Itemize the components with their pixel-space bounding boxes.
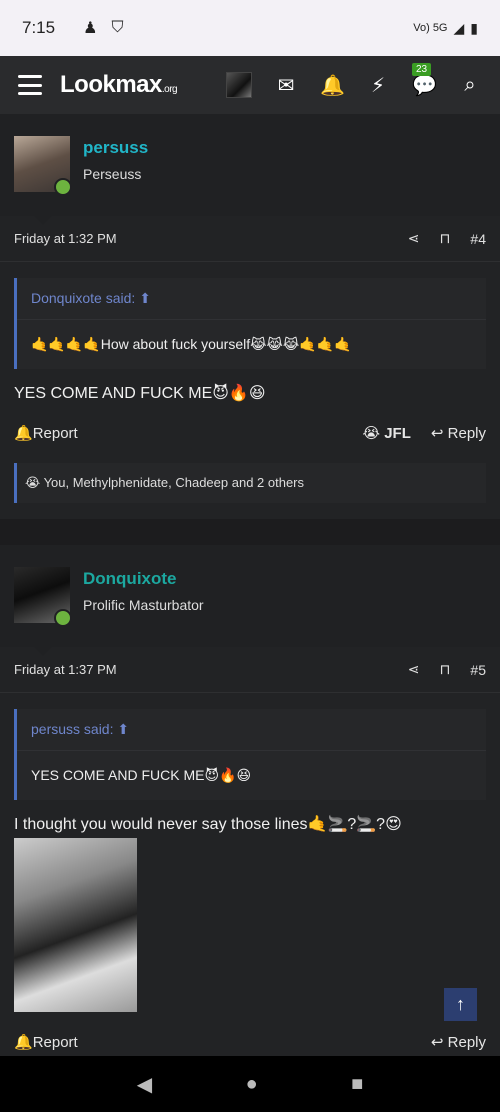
bookmark-icon[interactable]: ⊓ [439, 661, 450, 678]
report-button[interactable]: 🔔Report [14, 1033, 78, 1051]
avatar[interactable] [14, 567, 72, 627]
system-nav-bar: ◀ ● ■ [0, 1056, 500, 1112]
reaction-button[interactable]: 😭 JFL [363, 424, 411, 442]
chat-icon[interactable]: 💬 23 [412, 62, 437, 98]
back-icon[interactable]: ◀ [137, 1072, 152, 1097]
post-body: YES COME AND FUCK ME😈🔥😆 [14, 385, 266, 402]
quote-text: YES COME AND FUCK ME😈🔥😆 [31, 767, 252, 783]
quote-block: persuss said: ⬆ YES COME AND FUCK ME😈🔥😆 [14, 709, 486, 800]
top-navbar: Lookmax.org ✉ 🔔 ⚡ 💬 23 ⌕ [0, 56, 500, 114]
share-icon[interactable]: ⋖ [408, 661, 420, 678]
battery-icon: ▮ [470, 19, 478, 36]
status-bar: 7:15 ♟ ⛉ Vo) 5G ◢ ▮ [0, 0, 500, 56]
online-indicator [54, 178, 72, 196]
post-actions: 🔔Report ↩ Reply [0, 1012, 500, 1056]
quote-text: 🤙🤙🤙🤙How about fuck yourself😹😹😹🤙🤙🤙 [31, 336, 352, 352]
reaction-list[interactable]: 😭 You, Methylphenidate, Chadeep and 2 ot… [14, 463, 486, 503]
user-title: Prolific Masturbator [83, 597, 204, 613]
menu-icon[interactable] [18, 75, 42, 95]
chat-badge: 23 [412, 62, 432, 76]
post-meta: Friday at 1:37 PM ⋖ ⊓ #5 [0, 647, 500, 693]
username[interactable]: Donquixote [83, 569, 204, 589]
shield-icon: ⛉ [111, 19, 124, 36]
search-icon[interactable]: ⌕ [458, 74, 482, 97]
site-logo[interactable]: Lookmax.org [60, 71, 178, 99]
post: Donquixote Prolific Masturbator Friday a… [0, 545, 500, 1056]
lightning-icon[interactable]: ⚡ [366, 73, 390, 98]
network-label: Vo) 5G [413, 22, 448, 34]
post-number[interactable]: #5 [470, 662, 486, 678]
post: persuss Perseuss Friday at 1:32 PM ⋖ ⊓ #… [0, 114, 500, 519]
share-icon[interactable]: ⋖ [408, 230, 420, 247]
post-date[interactable]: Friday at 1:32 PM [14, 231, 117, 246]
username[interactable]: persuss [83, 138, 148, 158]
mail-icon[interactable]: ✉ [274, 73, 298, 98]
post-userbar: persuss Perseuss [0, 114, 500, 225]
signal-icon: ◢ [453, 19, 465, 36]
report-button[interactable]: 🔔Report [14, 424, 78, 442]
online-indicator [54, 609, 72, 627]
bookmark-icon[interactable]: ⊓ [439, 230, 450, 247]
status-time: 7:15 [22, 18, 56, 37]
reply-button[interactable]: ↩ Reply [431, 424, 486, 442]
post-number[interactable]: #4 [470, 231, 486, 247]
recents-icon[interactable]: ■ [351, 1073, 363, 1096]
bell-icon[interactable]: 🔔 [320, 73, 345, 98]
thread-content: persuss Perseuss Friday at 1:32 PM ⋖ ⊓ #… [0, 114, 500, 1056]
post-meta: Friday at 1:32 PM ⋖ ⊓ #4 [0, 216, 500, 262]
post-date[interactable]: Friday at 1:37 PM [14, 662, 117, 677]
quote-header[interactable]: Donquixote said: ⬆ [17, 278, 486, 320]
avatar[interactable] [14, 136, 72, 196]
quote-header[interactable]: persuss said: ⬆ [17, 709, 486, 751]
arrow-up-icon: ⬆ [117, 721, 130, 737]
account-avatar[interactable] [226, 72, 252, 98]
post-image[interactable] [14, 838, 137, 1012]
quote-block: Donquixote said: ⬆ 🤙🤙🤙🤙How about fuck yo… [14, 278, 486, 369]
post-userbar: Donquixote Prolific Masturbator [0, 545, 500, 656]
post-body: I thought you would never say those line… [14, 816, 402, 833]
person-icon: ♟ [83, 20, 98, 37]
user-title: Perseuss [83, 166, 142, 182]
post-actions: 🔔Report 😭 JFL ↩ Reply [0, 403, 500, 463]
arrow-up-icon: ⬆ [139, 290, 151, 306]
home-icon[interactable]: ● [246, 1073, 258, 1096]
scroll-top-button[interactable]: ↑ [444, 988, 477, 1021]
reply-button[interactable]: ↩ Reply [431, 1033, 486, 1051]
